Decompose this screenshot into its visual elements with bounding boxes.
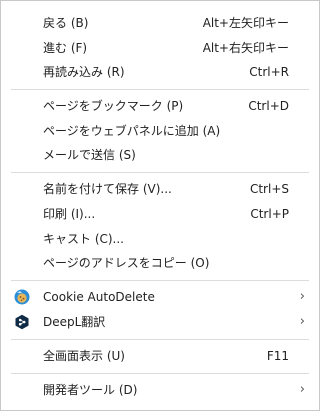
menu-item-label: キャスト (C)... (43, 232, 125, 246)
menu-item-shortcut: F11 (266, 349, 289, 363)
menu-item-label: 戻る (B) (43, 16, 89, 30)
submenu-chevron-icon: › (299, 314, 305, 329)
deepl-icon (14, 314, 30, 330)
submenu-chevron-icon: › (299, 289, 305, 304)
menu-item-save-as[interactable]: 名前を付けて保存 (V)... Ctrl+S (1, 177, 319, 201)
menu-separator (11, 373, 309, 374)
menu-item-label: 名前を付けて保存 (V)... (43, 182, 172, 196)
menu-item-label: Cookie AutoDelete (43, 290, 155, 304)
menu-item-print[interactable]: 印刷 (I)... Ctrl+P (1, 202, 319, 226)
menu-item-copy-address[interactable]: ページのアドレスをコピー (O) (1, 251, 319, 275)
menu-separator (11, 172, 309, 173)
menu-item-shortcut: Alt+左矢印キー (202, 16, 289, 30)
menu-separator (11, 339, 309, 340)
menu-separator (11, 280, 309, 281)
submenu-chevron-icon: › (299, 382, 305, 397)
menu-item-label: 再読み込み (R) (43, 65, 125, 79)
menu-item-bookmark[interactable]: ページをブックマーク (P) Ctrl+D (1, 94, 319, 118)
menu-separator (11, 89, 309, 90)
menu-item-shortcut: Ctrl+D (248, 99, 289, 113)
cookie-autodelete-icon (14, 289, 30, 305)
menu-item-reload[interactable]: 再読み込み (R) Ctrl+R (1, 60, 319, 84)
menu-item-label: DeepL翻訳 (43, 315, 106, 329)
menu-item-deepl[interactable]: DeepL翻訳 › (1, 310, 319, 334)
menu-item-fullscreen[interactable]: 全画面表示 (U) F11 (1, 344, 319, 368)
menu-item-label: 全画面表示 (U) (43, 349, 125, 363)
menu-item-forward[interactable]: 進む (F) Alt+右矢印キー (1, 36, 319, 60)
menu-item-send-mail[interactable]: メールで送信 (S) (1, 143, 319, 167)
menu-item-shortcut: Ctrl+P (250, 207, 289, 221)
menu-item-label: ページのアドレスをコピー (O) (43, 256, 210, 270)
menu-item-shortcut: Ctrl+S (249, 182, 289, 196)
menu-item-cookie-autodelete[interactable]: Cookie AutoDelete › (1, 285, 319, 309)
menu-item-add-web-panel[interactable]: ページをウェブパネルに追加 (A) (1, 119, 319, 143)
menu-item-shortcut: Ctrl+R (249, 65, 289, 79)
menu-item-devtools[interactable]: 開発者ツール (D) › (1, 378, 319, 402)
menu-item-back[interactable]: 戻る (B) Alt+左矢印キー (1, 11, 319, 35)
context-menu: 戻る (B) Alt+左矢印キー 進む (F) Alt+右矢印キー 再読み込み … (0, 0, 320, 411)
menu-item-label: ページをブックマーク (P) (43, 99, 184, 113)
menu-item-cast[interactable]: キャスト (C)... (1, 227, 319, 251)
menu-item-label: 進む (F) (43, 41, 88, 55)
menu-item-label: メールで送信 (S) (43, 148, 136, 162)
menu-item-shortcut: Alt+右矢印キー (202, 41, 289, 55)
menu-item-label: 印刷 (I)... (43, 207, 96, 221)
menu-item-label: ページをウェブパネルに追加 (A) (43, 124, 221, 138)
menu-item-label: 開発者ツール (D) (43, 383, 138, 397)
